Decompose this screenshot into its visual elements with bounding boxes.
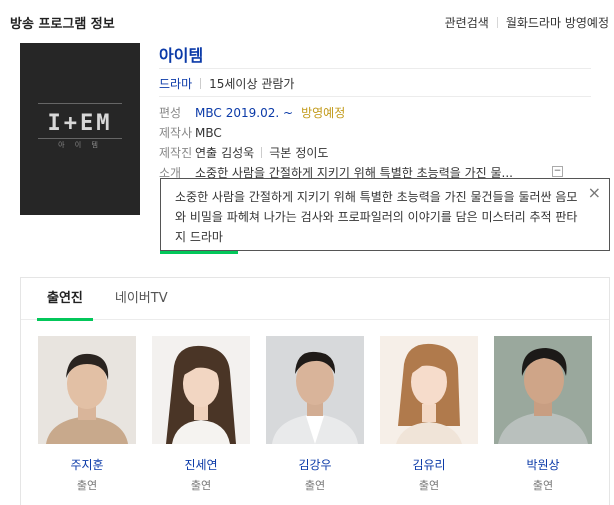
crew-label: 제작진: [159, 146, 193, 160]
cast-item[interactable]: 진세연 출연: [152, 336, 250, 493]
program-poster[interactable]: I+EM 아 이 템: [20, 43, 140, 215]
writer-link[interactable]: 정이도: [295, 144, 328, 161]
cast-photo[interactable]: [380, 336, 478, 444]
cast-photo[interactable]: [152, 336, 250, 444]
channel-link[interactable]: MBC: [195, 106, 222, 120]
cast-photo[interactable]: [494, 336, 592, 444]
director-role: 연출: [195, 146, 218, 160]
monday-drama-link[interactable]: 월화드라마 방영예정: [506, 14, 609, 31]
cast-section: 출연진 네이버TV 주지훈 출연 진세연 출연 김강우 출연 김유리 출연 박원…: [20, 277, 610, 505]
poster-rule: [38, 138, 122, 139]
cast-name[interactable]: 김강우: [266, 456, 364, 473]
close-icon[interactable]: ×: [588, 185, 601, 201]
producer-row: 제작사 MBC: [159, 124, 222, 141]
divider: [200, 78, 202, 89]
cast-name[interactable]: 주지훈: [38, 456, 136, 473]
cast-role: 출연: [190, 479, 212, 492]
synopsis-popup: 소중한 사람을 간절하게 지키기 위해 특별한 초능력을 가진 물건들을 둘러싼…: [160, 178, 610, 251]
producer-label: 제작사: [159, 126, 193, 140]
cast-photo[interactable]: [266, 336, 364, 444]
director-link[interactable]: 김성욱: [221, 144, 254, 161]
cast-name[interactable]: 진세연: [152, 456, 250, 473]
cast-item[interactable]: 김강우 출연: [266, 336, 364, 493]
program-meta: 드라마 15세이상 관람가: [159, 75, 294, 92]
synopsis-full: 소중한 사람을 간절하게 지키기 위해 특별한 초능력을 가진 물건들을 둘러싼…: [175, 190, 578, 244]
poster-rule: [38, 103, 122, 104]
collapse-synopsis-button[interactable]: −: [552, 166, 563, 177]
cast-role: 출연: [76, 479, 98, 492]
related-search-link[interactable]: 관련검색: [445, 14, 489, 31]
genre-link[interactable]: 드라마: [159, 75, 192, 92]
schedule-label: 편성: [159, 106, 182, 120]
program-title[interactable]: 아이템: [159, 42, 203, 66]
age-rating: 15세이상 관람가: [209, 77, 295, 91]
cast-role: 출연: [418, 479, 440, 492]
cast-role: 출연: [304, 479, 326, 492]
cast-item[interactable]: 김유리 출연: [380, 336, 478, 493]
section-header: 방송 프로그램 정보 관련검색 월화드라마 방영예정: [10, 12, 609, 32]
cast-name[interactable]: 박원상: [494, 456, 592, 473]
cast-item[interactable]: 주지훈 출연: [38, 336, 136, 493]
status-badge: 방영예정: [301, 106, 346, 120]
divider: [159, 96, 591, 97]
divider: [159, 68, 591, 69]
cast-role: 출연: [532, 479, 554, 492]
cast-photo[interactable]: [38, 336, 136, 444]
crew-row: 제작진 연출 김성욱 극본 정이도: [159, 144, 328, 161]
schedule-row: 편성 MBC 2019.02. ~ 방영예정: [159, 104, 345, 121]
writer-role: 극본: [269, 146, 292, 160]
active-indicator: [160, 251, 238, 254]
poster-logo-sub: 아 이 템: [58, 141, 102, 149]
tab-navertv[interactable]: 네이버TV: [111, 278, 172, 320]
cast-item[interactable]: 박원상 출연: [494, 336, 592, 493]
header-links: 관련검색 월화드라마 방영예정: [445, 14, 609, 31]
tab-cast[interactable]: 출연진: [37, 278, 93, 321]
broadcast-date: 2019.02. ~: [225, 105, 294, 120]
cast-name[interactable]: 김유리: [380, 456, 478, 473]
cast-tabs: 출연진 네이버TV: [21, 278, 609, 321]
cast-list: 주지훈 출연 진세연 출연 김강우 출연 김유리 출연 박원상 출연: [38, 336, 608, 493]
section-title: 방송 프로그램 정보: [10, 16, 115, 32]
divider: [496, 16, 498, 28]
producer-value: MBC: [195, 125, 222, 140]
poster-logo: I+EM: [47, 111, 113, 136]
divider: [261, 147, 263, 158]
